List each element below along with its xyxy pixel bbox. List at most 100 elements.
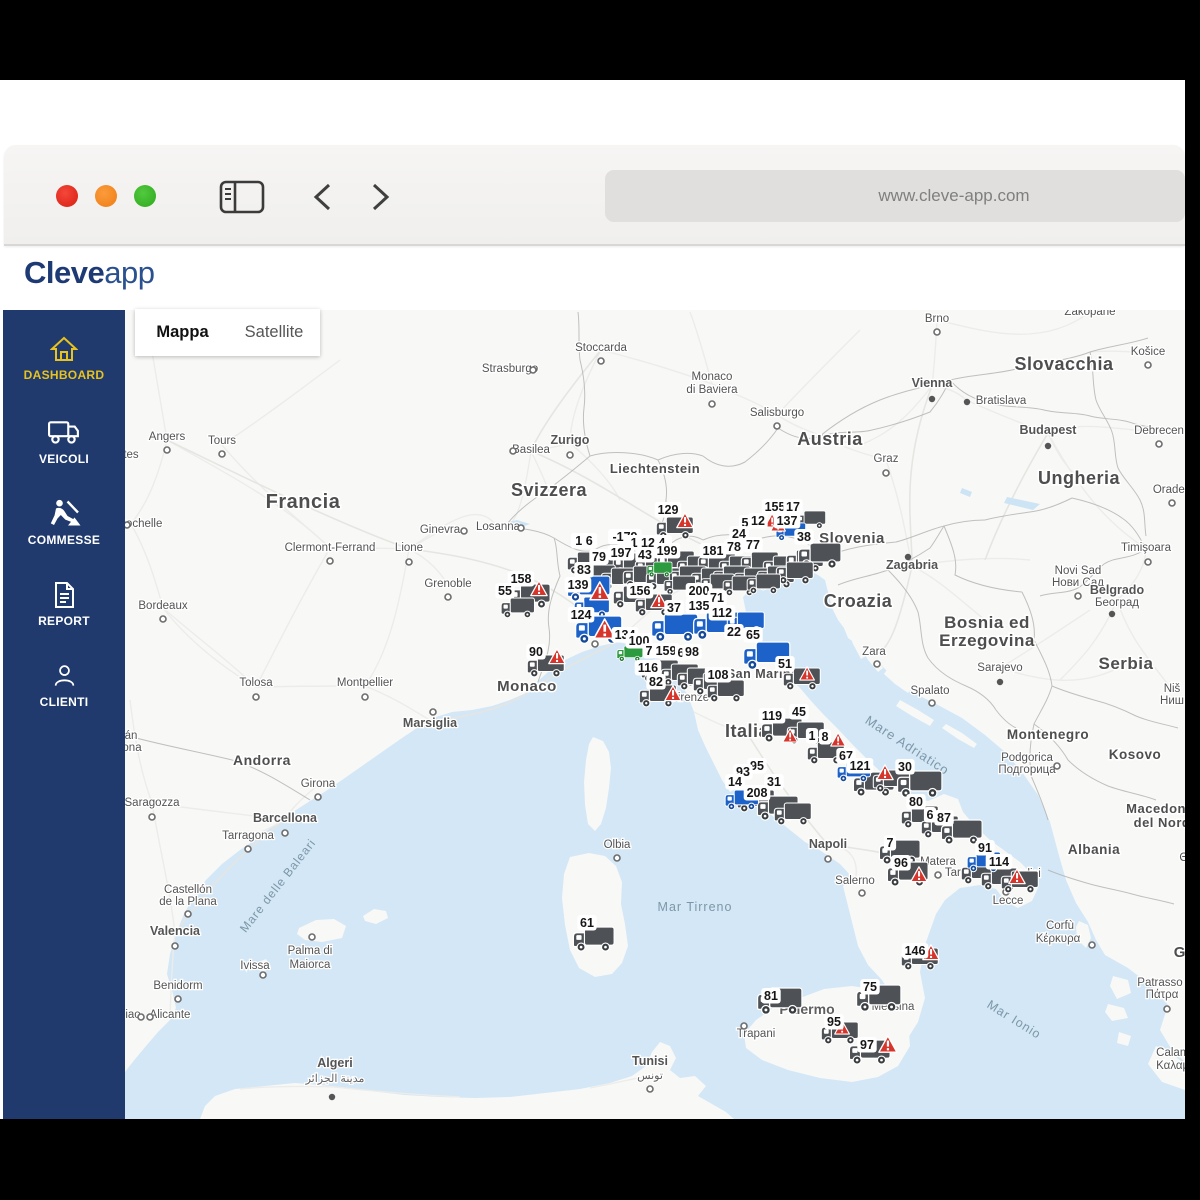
- svg-text:Basilea: Basilea: [512, 444, 550, 456]
- svg-text:Belgrado: Belgrado: [1090, 583, 1145, 597]
- svg-text:Lione: Lione: [395, 542, 423, 554]
- svg-text:Liechtenstein: Liechtenstein: [610, 461, 700, 476]
- svg-text:Monaco: Monaco: [692, 371, 733, 383]
- svg-text:Stoccarda: Stoccarda: [575, 342, 627, 354]
- svg-text:Mar Tirreno: Mar Tirreno: [658, 900, 733, 914]
- svg-text:Oradea: Oradea: [1153, 484, 1185, 496]
- svg-text:Saragozza: Saragozza: [125, 797, 180, 809]
- svg-text:121: 121: [850, 759, 871, 773]
- svg-text:Tolosa: Tolosa: [239, 677, 273, 689]
- svg-text:97: 97: [860, 1038, 874, 1052]
- svg-text:14: 14: [728, 775, 742, 789]
- svg-text:Πάτρα: Πάτρα: [1146, 989, 1179, 1001]
- svg-text:Salerno: Salerno: [835, 875, 875, 887]
- svg-text:Barcellona: Barcellona: [253, 811, 318, 825]
- svg-text:ona: ona: [125, 742, 142, 754]
- svg-text:Serbia: Serbia: [1099, 654, 1154, 673]
- svg-text:55: 55: [498, 584, 512, 598]
- svg-text:Vienna: Vienna: [912, 376, 954, 390]
- svg-text:1 6: 1 6: [575, 534, 592, 548]
- svg-text:Brno: Brno: [925, 313, 949, 325]
- svg-text:159: 159: [656, 644, 677, 658]
- svg-text:Ungheria: Ungheria: [1038, 468, 1121, 488]
- svg-text:38: 38: [797, 530, 811, 544]
- svg-text:de la Plana: de la Plana: [159, 896, 217, 908]
- svg-text:80: 80: [909, 795, 923, 809]
- svg-text:Kosovo: Kosovo: [1109, 747, 1162, 762]
- svg-text:Calama: Calama: [1156, 1047, 1185, 1059]
- svg-text:Podgorica: Podgorica: [1001, 752, 1053, 764]
- svg-text:Angers: Angers: [149, 431, 186, 443]
- svg-text:51: 51: [778, 657, 792, 671]
- svg-text:Maiorca: Maiorca: [290, 959, 332, 971]
- svg-text:1: 1: [809, 729, 816, 743]
- svg-text:Algeri: Algeri: [317, 1056, 352, 1070]
- svg-text:7: 7: [887, 836, 894, 850]
- svg-text:87: 87: [937, 811, 951, 825]
- svg-text:83: 83: [577, 563, 591, 577]
- svg-text:6: 6: [927, 808, 934, 822]
- svg-text:مدينة الجزائر: مدينة الجزائر: [305, 1073, 365, 1085]
- svg-text:137: 137: [777, 514, 798, 528]
- svg-text:Napoli: Napoli: [809, 837, 847, 851]
- svg-text:Bosnia ed: Bosnia ed: [944, 613, 1030, 632]
- svg-text:Alicante: Alicante: [150, 1009, 191, 1021]
- svg-text:119: 119: [762, 709, 782, 723]
- svg-text:Montpellier: Montpellier: [337, 677, 393, 689]
- svg-text:208: 208: [747, 786, 768, 800]
- svg-text:Gr: Gr: [1174, 944, 1185, 961]
- svg-text:Bratislava: Bratislava: [976, 395, 1027, 407]
- svg-text:Girona: Girona: [301, 778, 336, 790]
- svg-text:90: 90: [529, 645, 543, 659]
- svg-text:79: 79: [592, 550, 606, 564]
- svg-text:Graz: Graz: [874, 453, 899, 465]
- svg-text:Patrasso: Patrasso: [1137, 977, 1182, 989]
- svg-text:Lecce: Lecce: [993, 895, 1024, 907]
- svg-text:77: 77: [746, 538, 760, 552]
- svg-text:Novi Sad: Novi Sad: [1055, 565, 1102, 577]
- svg-text:37: 37: [667, 601, 681, 615]
- svg-text:تونس: تونس: [637, 1070, 663, 1082]
- svg-text:Zurigo: Zurigo: [551, 433, 590, 447]
- svg-text:139: 139: [568, 578, 589, 592]
- svg-text:Losanna: Losanna: [476, 521, 521, 533]
- svg-text:65: 65: [746, 628, 760, 642]
- svg-text:Spalato: Spalato: [910, 685, 949, 697]
- svg-text:45: 45: [792, 705, 806, 719]
- svg-text:Castellón: Castellón: [164, 884, 212, 896]
- svg-text:116: 116: [638, 661, 658, 675]
- svg-text:Benidorm: Benidorm: [153, 980, 202, 992]
- svg-text:114: 114: [989, 855, 1009, 869]
- svg-text:112: 112: [712, 606, 732, 620]
- svg-text:181: 181: [703, 544, 724, 558]
- svg-text:Croazia: Croazia: [824, 591, 893, 611]
- svg-text:Albania: Albania: [1068, 842, 1120, 857]
- svg-text:82: 82: [649, 675, 663, 689]
- svg-text:Καλαμά: Καλαμά: [1156, 1060, 1185, 1072]
- svg-text:Κέρκυρα: Κέρκυρα: [1036, 933, 1081, 945]
- svg-text:án: án: [125, 730, 137, 742]
- svg-text:43: 43: [638, 548, 652, 562]
- svg-text:Zakopane: Zakopane: [1064, 310, 1115, 318]
- svg-text:75: 75: [863, 980, 877, 994]
- svg-text:30: 30: [898, 760, 912, 774]
- svg-text:Svizzera: Svizzera: [511, 480, 588, 500]
- svg-text:81: 81: [764, 989, 778, 1003]
- svg-text:Corfù: Corfù: [1046, 920, 1074, 932]
- svg-text:Sarajevo: Sarajevo: [977, 662, 1022, 674]
- svg-text:Ниш: Ниш: [1160, 695, 1184, 707]
- svg-text:tes: tes: [125, 449, 139, 461]
- svg-text:Clermont-Ferrand: Clermont-Ferrand: [285, 542, 376, 554]
- svg-text:124: 124: [571, 608, 592, 622]
- svg-text:199: 199: [657, 544, 678, 558]
- svg-text:98: 98: [685, 645, 699, 659]
- svg-text:Ginevra: Ginevra: [420, 524, 461, 536]
- svg-text:Montenegro: Montenegro: [1007, 727, 1089, 742]
- svg-text:Budapest: Budapest: [1020, 423, 1078, 437]
- svg-text:Erzegovina: Erzegovina: [939, 631, 1035, 650]
- svg-text:Tarragona: Tarragona: [222, 830, 274, 842]
- svg-text:Debrecen: Debrecen: [1134, 425, 1184, 437]
- svg-text:8: 8: [822, 730, 829, 744]
- svg-text:91: 91: [978, 841, 992, 855]
- svg-text:95: 95: [827, 1015, 841, 1029]
